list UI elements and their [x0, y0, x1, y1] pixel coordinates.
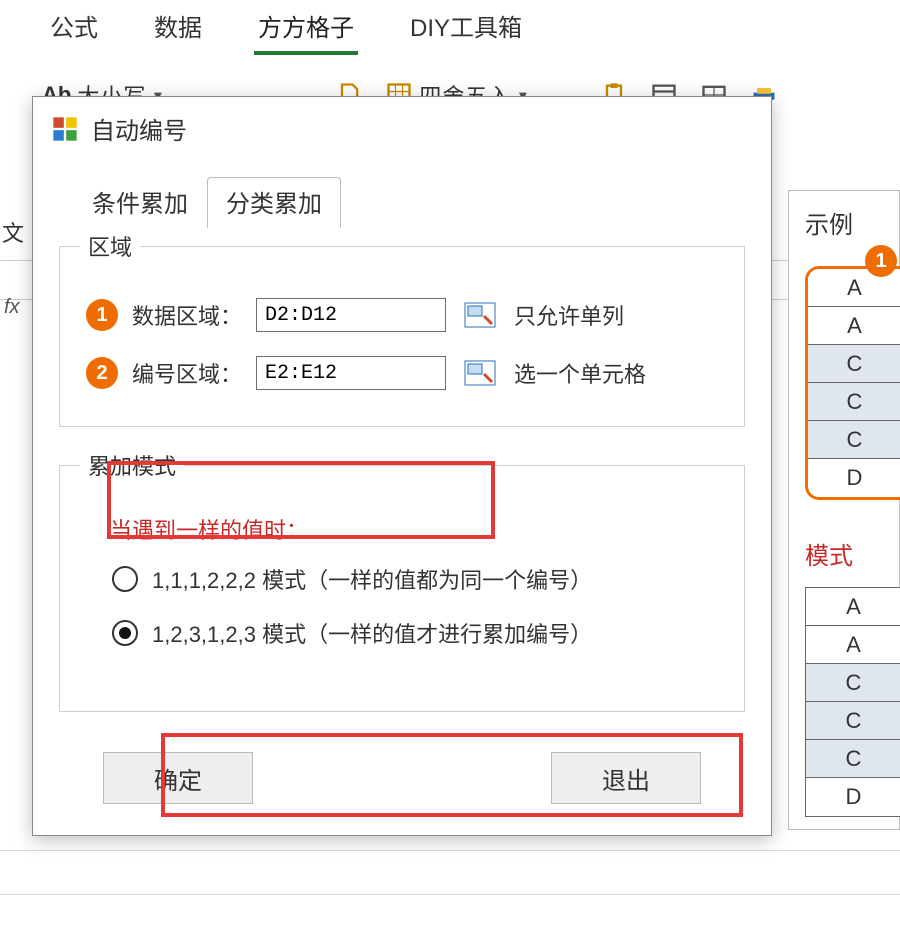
example-table-2: AACCCD [805, 587, 900, 817]
mode-option-a-label: 1,1,1,2,2,2 模式（一样的值都为同一个编号） [152, 563, 592, 595]
number-region-label: 编号区域： [132, 357, 242, 389]
example-cell: C [806, 702, 900, 740]
radio-icon [112, 566, 138, 592]
ribbon-tab-ffgz[interactable]: 方方格子 [254, 4, 358, 55]
mode-option-a[interactable]: 1,1,1,2,2,2 模式（一样的值都为同一个编号） [112, 563, 724, 595]
data-region-row: 1 数据区域： 只允许单列 [86, 298, 724, 332]
ribbon-tabs: 公式 数据 方方格子 DIY工具箱 [0, 0, 900, 55]
range-picker-icon [464, 302, 496, 328]
radio-icon [112, 620, 138, 646]
example-title: 示例 [805, 205, 899, 240]
mode-group-title: 累加模式 [80, 449, 184, 481]
region-group-title: 区域 [80, 230, 140, 262]
region-group: 区域 1 数据区域： 只允许单列 2 编号区域： [59, 230, 745, 427]
range-picker-icon [464, 360, 496, 386]
data-region-input[interactable] [256, 298, 446, 332]
data-region-picker[interactable] [460, 299, 500, 331]
example-cell: C [808, 345, 900, 383]
sheet-gridlines [0, 850, 900, 934]
mode-option-b-label: 1,2,3,1,2,3 模式（一样的值才进行累加编号） [152, 617, 592, 649]
badge-2: 2 [86, 357, 118, 389]
mode-group: 累加模式 当遇到一样的值时： 1,1,1,2,2,2 模式（一样的值都为同一个编… [59, 449, 745, 712]
number-region-row: 2 编号区域： 选一个单元格 [86, 356, 724, 390]
example-pane: 示例 1 AACCCD 模式 AACCCD [788, 190, 900, 830]
ribbon-tab-data[interactable]: 数据 [150, 4, 206, 55]
cancel-button[interactable]: 退出 [551, 752, 701, 804]
number-region-picker[interactable] [460, 357, 500, 389]
ok-button[interactable]: 确定 [103, 752, 253, 804]
ribbon-tab-diy[interactable]: DIY工具箱 [406, 4, 526, 55]
ribbon-tab-formula[interactable]: 公式 [46, 4, 102, 55]
example-cell: D [806, 778, 900, 816]
example-mode-label: 模式 [805, 536, 899, 571]
auto-number-dialog: 自动编号 条件累加 分类累加 区域 1 数据区域： 只允许单列 2 [32, 96, 772, 836]
example-cell: D [808, 459, 900, 497]
example-cell: C [808, 383, 900, 421]
fx-label: fx [4, 296, 20, 319]
number-region-hint: 选一个单元格 [514, 357, 646, 389]
dialog-tabpanel: 区域 1 数据区域： 只允许单列 2 编号区域： [59, 226, 745, 712]
dialog-titlebar: 自动编号 [33, 97, 771, 176]
dialog-buttons: 确定 退出 [59, 734, 745, 804]
example-cell: A [808, 307, 900, 345]
dialog-app-icon [51, 115, 79, 143]
number-region-input[interactable] [256, 356, 446, 390]
example-cell: C [806, 664, 900, 702]
example-cell: C [808, 421, 900, 459]
data-region-hint: 只允许单列 [514, 299, 624, 331]
left-label: 文 [2, 216, 24, 248]
example-badge: 1 [865, 245, 897, 277]
mode-heading: 当遇到一样的值时： [110, 513, 724, 545]
example-table-1: AACCCD [805, 266, 900, 500]
badge-1: 1 [86, 299, 118, 331]
example-cell: A [806, 626, 900, 664]
dialog-title: 自动编号 [91, 111, 187, 146]
dialog-tabs: 条件累加 分类累加 [73, 176, 745, 227]
example-cell: A [806, 588, 900, 626]
tab-category-sum[interactable]: 分类累加 [207, 177, 341, 228]
mode-option-b[interactable]: 1,2,3,1,2,3 模式（一样的值才进行累加编号） [112, 617, 724, 649]
tab-condition-sum[interactable]: 条件累加 [73, 177, 207, 228]
data-region-label: 数据区域： [132, 299, 242, 331]
example-cell: C [806, 740, 900, 778]
